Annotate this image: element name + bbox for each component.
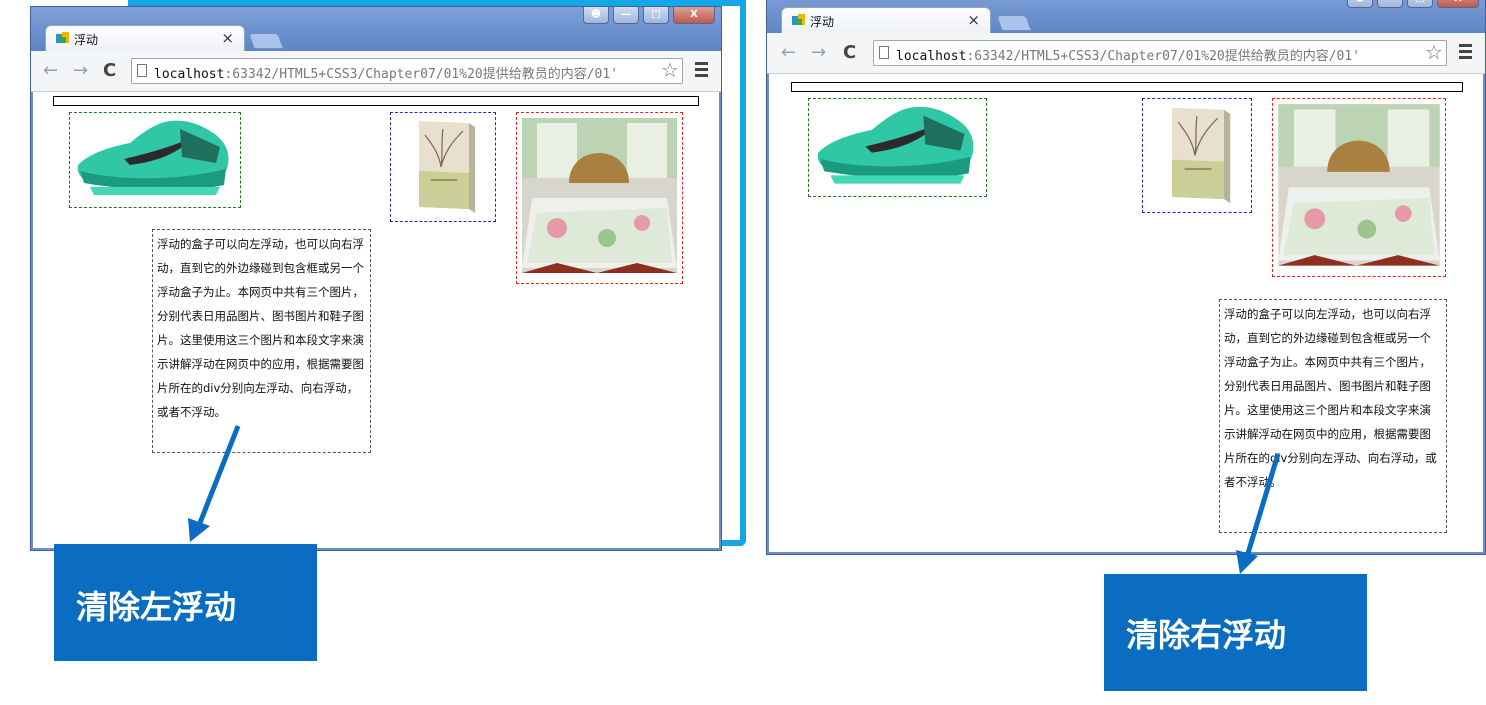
bed-image xyxy=(522,118,677,273)
address-bar[interactable]: localhost:63342/HTML5+CSS3/Chapter07/01%… xyxy=(131,58,683,84)
shoe-image xyxy=(817,106,974,184)
maximize-icon[interactable]: □ xyxy=(1407,0,1433,8)
tab-float[interactable]: 浮动 × xyxy=(781,7,991,33)
tab-title: 浮动 xyxy=(74,33,99,47)
page-content: 浮动的盒子可以向左浮动，也可以向右浮动，直到它的外边缘碰到包含框或另一个浮动盒子… xyxy=(769,74,1483,552)
tab-close-icon[interactable]: × xyxy=(221,29,234,47)
window-controls: ☻ — □ X xyxy=(583,7,715,24)
book-image xyxy=(1172,107,1231,204)
bookmark-star-icon[interactable]: ☆ xyxy=(661,58,679,82)
url-text: localhost:63342/HTML5+CSS3/Chapter07/01%… xyxy=(154,67,619,82)
minimize-icon[interactable]: — xyxy=(613,7,639,24)
address-bar[interactable]: localhost:63342/HTML5+CSS3/Chapter07/01%… xyxy=(873,40,1447,66)
app-favicon-icon xyxy=(56,32,69,43)
book-image-box xyxy=(390,112,496,222)
close-window-icon[interactable]: X xyxy=(1437,0,1479,8)
book-image xyxy=(419,121,475,213)
browser-window-right: ☻ — □ X 浮动 × ← → C localhost:63342/HTML5… xyxy=(766,0,1486,555)
caption-clear-left: 清除左浮动 xyxy=(54,544,317,661)
bed-image-box xyxy=(516,112,683,284)
browser-window-left: ☻ — □ X 浮动 × ← → C localhost:63342/HTML5… xyxy=(30,6,722,551)
maximize-icon[interactable]: □ xyxy=(643,7,669,24)
bookmark-star-icon[interactable]: ☆ xyxy=(1425,40,1443,64)
book-image-box xyxy=(1142,98,1252,213)
page-icon xyxy=(879,46,889,59)
page-icon xyxy=(137,64,147,77)
user-icon[interactable]: ☻ xyxy=(1347,0,1373,8)
close-window-icon[interactable]: X xyxy=(673,7,715,24)
reload-icon[interactable]: C xyxy=(103,60,116,81)
header-div xyxy=(53,96,699,106)
minimize-icon[interactable]: — xyxy=(1377,0,1403,8)
shoe-image xyxy=(77,120,229,195)
menu-icon[interactable] xyxy=(1459,44,1472,62)
shoe-image-box xyxy=(808,98,987,197)
bed-image-box xyxy=(1272,98,1446,277)
header-div xyxy=(791,82,1463,92)
new-tab-button[interactable] xyxy=(996,15,1032,31)
browser-toolbar: ← → C localhost:63342/HTML5+CSS3/Chapter… xyxy=(31,51,721,92)
user-icon[interactable]: ☻ xyxy=(583,7,609,24)
forward-arrow-icon[interactable]: → xyxy=(73,60,88,81)
app-favicon-icon xyxy=(792,14,805,25)
window-controls: ☻ — □ X xyxy=(1347,0,1479,8)
back-arrow-icon[interactable]: ← xyxy=(781,42,796,63)
tab-close-icon[interactable]: × xyxy=(967,11,980,29)
tab-float[interactable]: 浮动 × xyxy=(45,25,245,51)
new-tab-button[interactable] xyxy=(248,33,284,49)
paragraph-text: 浮动的盒子可以向左浮动，也可以向右浮动，直到它的外边缘碰到包含框或另一个浮动盒子… xyxy=(157,237,364,419)
menu-icon[interactable] xyxy=(695,62,708,80)
reload-icon[interactable]: C xyxy=(843,42,856,63)
shoe-image-box xyxy=(69,112,241,208)
caption-clear-right: 清除右浮动 xyxy=(1104,574,1367,691)
forward-arrow-icon[interactable]: → xyxy=(811,42,826,63)
page-content: 浮动的盒子可以向左浮动，也可以向右浮动，直到它的外边缘碰到包含框或另一个浮动盒子… xyxy=(33,92,719,548)
left-callout-arrow xyxy=(188,425,241,542)
right-callout-arrow xyxy=(1236,453,1281,574)
url-text: localhost:63342/HTML5+CSS3/Chapter07/01%… xyxy=(896,49,1361,64)
bed-image xyxy=(1278,104,1440,266)
back-arrow-icon[interactable]: ← xyxy=(43,60,58,81)
tab-title: 浮动 xyxy=(810,15,835,29)
browser-toolbar: ← → C localhost:63342/HTML5+CSS3/Chapter… xyxy=(767,33,1485,74)
